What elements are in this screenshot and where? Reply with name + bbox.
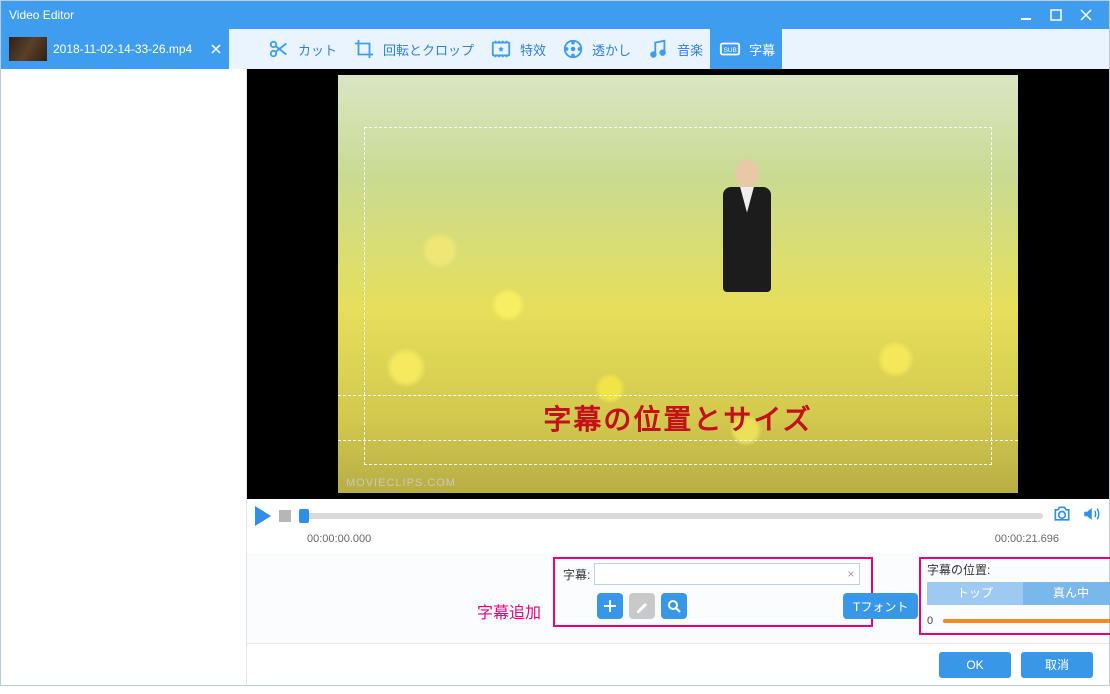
tool-music-label: 音楽 <box>677 40 703 59</box>
volume-button[interactable] <box>1081 505 1101 528</box>
tool-effects[interactable]: 特效 <box>481 29 553 69</box>
position-top[interactable]: トップ <box>927 582 1023 605</box>
effects-icon <box>488 36 514 62</box>
stop-button[interactable] <box>279 510 291 522</box>
video-preview[interactable]: 字幕の位置とサイズ MOVIECLIPS.COM <box>247 69 1109 499</box>
tool-rotate-crop-label: 回転とクロップ <box>383 40 474 59</box>
add-subtitle-button[interactable] <box>597 593 623 619</box>
play-button[interactable] <box>255 506 271 526</box>
current-time: 00:00:00.000 <box>307 533 995 553</box>
edit-subtitle-button[interactable] <box>629 593 655 619</box>
file-thumbnail <box>9 37 47 61</box>
transport-bar <box>247 499 1109 533</box>
tool-subtitle-label: 字幕 <box>749 40 775 59</box>
position-middle[interactable]: 真ん中 <box>1023 582 1110 605</box>
file-tab[interactable]: 2018-11-02-14-33-26.mp4 <box>1 29 229 69</box>
settings-panel: 字幕追加 字幕位置 設定 字幕: × Tフォント 字幕の位置: <box>247 553 1109 643</box>
position-title: 字幕の位置: <box>927 561 1110 578</box>
snapshot-button[interactable] <box>1051 504 1073 529</box>
minimize-button[interactable] <box>1011 1 1041 29</box>
close-tab-icon[interactable] <box>207 40 225 58</box>
close-button[interactable] <box>1071 1 1101 29</box>
svg-text:SUB: SUB <box>724 47 737 54</box>
subtitle-input[interactable] <box>594 563 860 585</box>
watermark-icon <box>560 36 586 62</box>
music-icon <box>645 36 671 62</box>
annotation-add-label: 字幕追加 <box>477 599 541 623</box>
ok-button[interactable]: OK <box>939 652 1011 678</box>
position-slider[interactable] <box>943 619 1110 623</box>
subtitle-overlay[interactable]: 字幕の位置とサイズ <box>338 395 1018 441</box>
tool-subtitle[interactable]: SUB 字幕 <box>710 29 782 69</box>
subtitle-icon: SUB <box>717 36 743 62</box>
cancel-button[interactable]: 取消 <box>1021 652 1093 678</box>
search-subtitle-button[interactable] <box>661 593 687 619</box>
tool-cut[interactable]: カット <box>259 29 344 69</box>
tool-rotate-crop[interactable]: 回転とクロップ <box>344 29 481 69</box>
seek-slider[interactable] <box>299 513 1043 519</box>
maximize-button[interactable] <box>1041 1 1071 29</box>
total-time: 00:00:21.696 <box>995 533 1059 553</box>
clear-input-icon[interactable]: × <box>847 567 854 581</box>
crop-icon <box>351 36 377 62</box>
slider-min: 0 <box>927 615 943 627</box>
font-button[interactable]: Tフォント <box>843 593 918 619</box>
tool-music[interactable]: 音楽 <box>638 29 710 69</box>
footer: OK 取消 <box>247 643 1109 685</box>
scissors-icon <box>266 36 292 62</box>
file-name: 2018-11-02-14-33-26.mp4 <box>53 42 207 56</box>
position-segmented: トップ 真ん中 下部 <box>927 582 1110 605</box>
toolbar: カット 回転とクロップ 特效 透かし 音楽 SUB 字幕 <box>229 29 1109 69</box>
tool-effects-label: 特效 <box>520 40 546 59</box>
subtitle-input-label: 字幕: <box>563 566 590 583</box>
source-watermark: MOVIECLIPS.COM <box>346 477 456 489</box>
tool-cut-label: カット <box>298 40 337 59</box>
titlebar: Video Editor <box>1 1 1109 29</box>
window-title: Video Editor <box>9 8 1011 22</box>
video-frame: 字幕の位置とサイズ MOVIECLIPS.COM <box>338 75 1018 493</box>
tool-watermark-label: 透かし <box>592 40 631 59</box>
tool-watermark[interactable]: 透かし <box>553 29 638 69</box>
sidebar <box>1 69 247 685</box>
